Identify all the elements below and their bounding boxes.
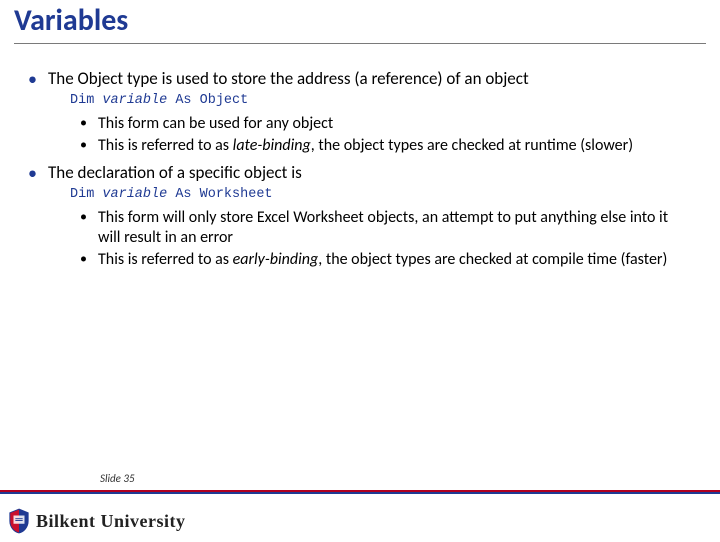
- sub-bullet-list: This form can be used for any object Thi…: [78, 114, 694, 156]
- sub-bullet-text: , the object types are checked at runtim…: [311, 136, 633, 155]
- code-variable: variable: [102, 93, 167, 108]
- bullet-text: The Object type is used to store the add…: [48, 68, 529, 89]
- code-keyword: Dim: [70, 187, 102, 202]
- sub-bullet-text: This is referred to as: [98, 250, 233, 269]
- sub-bullet-item: This is referred to as early-binding, th…: [78, 250, 694, 270]
- content-area: The Object type is used to store the add…: [0, 44, 720, 270]
- sub-bullet-item: This is referred to as late-binding, the…: [78, 136, 694, 156]
- footer-bar: Bilkent University: [0, 494, 720, 542]
- emphasis-text: late-binding: [233, 136, 311, 155]
- code-keyword: Dim: [70, 93, 102, 108]
- sub-bullet-item: This form will only store Excel Workshee…: [78, 208, 694, 248]
- university-name: Bilkent University: [36, 511, 186, 532]
- code-keyword: As Object: [167, 93, 248, 108]
- slide-title: Variables: [14, 2, 706, 39]
- sub-bullet-text: This is referred to as: [98, 136, 233, 155]
- sub-bullet-text: This form can be used for any object: [98, 114, 333, 133]
- bullet-item: The declaration of a specific object is …: [26, 162, 694, 270]
- code-keyword: As Worksheet: [167, 187, 272, 202]
- bullet-item: The Object type is used to store the add…: [26, 68, 694, 156]
- code-line: Dim variable As Object: [70, 93, 694, 110]
- bullet-text: The declaration of a specific object is: [48, 162, 302, 183]
- sub-bullet-text: This form will only store Excel Workshee…: [98, 208, 668, 247]
- crest-icon: [8, 508, 30, 534]
- code-line: Dim variable As Worksheet: [70, 187, 694, 204]
- sub-bullet-text: , the object types are checked at compil…: [318, 250, 667, 269]
- slide-footer: Slide 35 Bilkent University: [0, 490, 720, 542]
- university-logo: Bilkent University: [8, 508, 186, 534]
- code-variable: variable: [102, 187, 167, 202]
- sub-bullet-list: This form will only store Excel Workshee…: [78, 208, 694, 270]
- slide-number: Slide 35: [100, 472, 135, 485]
- bullet-list: The Object type is used to store the add…: [26, 68, 694, 270]
- sub-bullet-item: This form can be used for any object: [78, 114, 694, 134]
- slide: Variables The Object type is used to sto…: [0, 2, 720, 542]
- title-block: Variables: [0, 2, 720, 39]
- emphasis-text: early-binding: [233, 250, 319, 269]
